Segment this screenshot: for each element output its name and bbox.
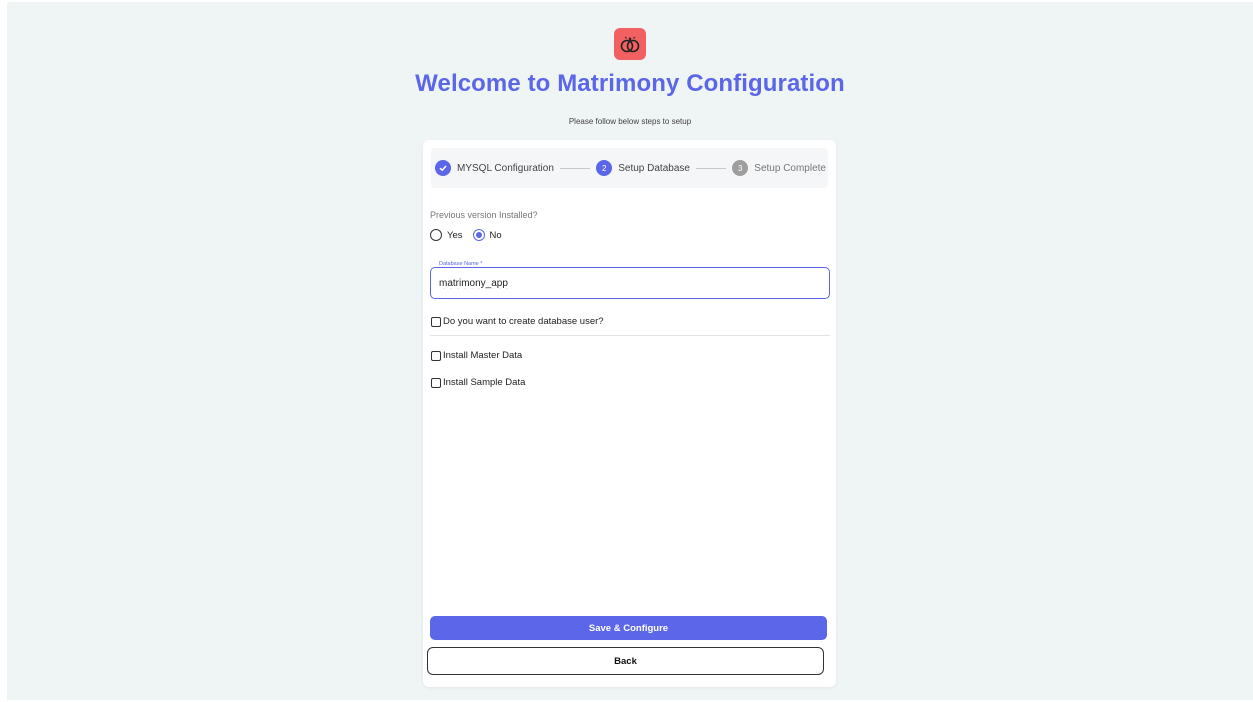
install-master-data-label: Install Master Data xyxy=(443,350,523,361)
step-mysql-configuration: MYSQL Configuration xyxy=(435,160,554,176)
step-connector xyxy=(559,167,591,169)
config-card: MYSQL Configuration 2 Setup Database 3 S… xyxy=(423,140,836,687)
previous-version-label: Previous version Installed? xyxy=(430,210,538,220)
step-connector xyxy=(695,167,727,169)
previous-version-radio-group: Yes No xyxy=(430,229,512,241)
back-button[interactable]: Back xyxy=(427,647,824,675)
step-setup-complete: 3 Setup Complete xyxy=(732,160,826,176)
step-number: 2 xyxy=(596,160,613,176)
install-master-data-option[interactable]: Install Master Data xyxy=(431,350,522,361)
step-setup-database: 2 Setup Database xyxy=(596,160,690,176)
step-label: Setup Database xyxy=(618,162,690,174)
radio-yes-label: Yes xyxy=(447,229,463,241)
database-name-field: Database Name * xyxy=(430,261,830,299)
check-icon xyxy=(435,160,451,176)
step-label: Setup Complete xyxy=(754,162,826,174)
radio-yes[interactable] xyxy=(430,229,442,241)
step-number: 3 xyxy=(732,160,749,176)
divider xyxy=(430,335,830,336)
app-logo xyxy=(614,28,646,60)
wedding-rings-icon xyxy=(620,36,640,53)
create-db-user-label: Do you want to create database user? xyxy=(443,316,604,327)
page-subtitle: Please follow below steps to setup xyxy=(568,117,692,126)
install-master-data-checkbox[interactable] xyxy=(431,350,441,361)
step-label: MYSQL Configuration xyxy=(457,162,554,174)
stepper: MYSQL Configuration 2 Setup Database 3 S… xyxy=(431,148,828,188)
page-title: Welcome to Matrimony Configuration xyxy=(415,70,845,97)
database-name-input[interactable] xyxy=(439,278,819,289)
radio-no-label: No xyxy=(489,229,502,241)
save-configure-button[interactable]: Save & Configure xyxy=(430,616,827,640)
radio-no[interactable] xyxy=(472,229,485,241)
radio-option-yes[interactable]: Yes xyxy=(430,229,463,241)
install-sample-data-label: Install Sample Data xyxy=(443,377,526,388)
radio-option-no[interactable]: No xyxy=(472,229,502,241)
create-db-user-checkbox[interactable] xyxy=(431,316,441,327)
database-name-label: Database Name * xyxy=(437,261,485,267)
install-sample-data-option[interactable]: Install Sample Data xyxy=(431,377,525,388)
install-sample-data-checkbox[interactable] xyxy=(431,377,441,388)
create-db-user-option[interactable]: Do you want to create database user? xyxy=(431,316,604,327)
